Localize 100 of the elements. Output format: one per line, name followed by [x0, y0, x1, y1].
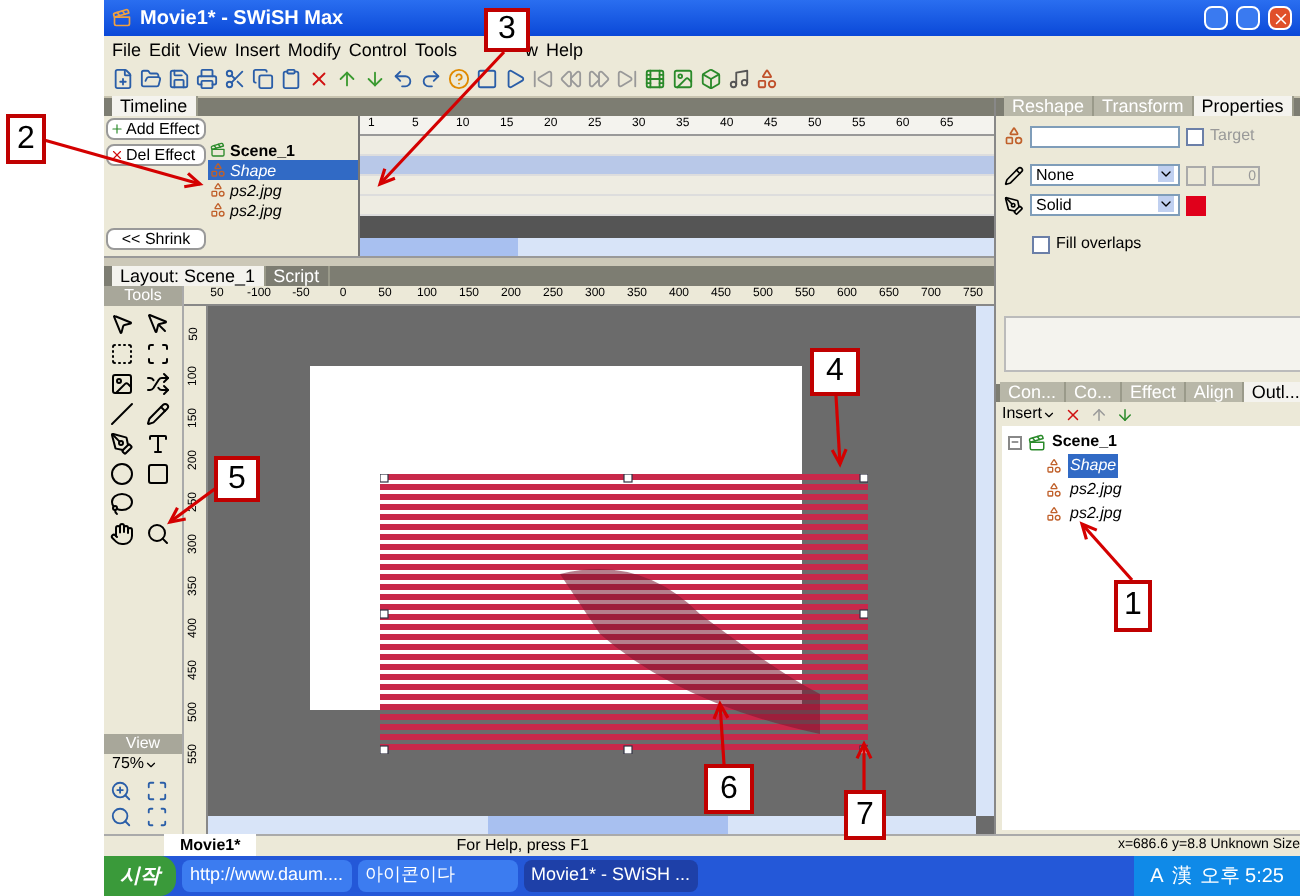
- lasso-icon[interactable]: [110, 492, 134, 516]
- panel-tab[interactable]: Layout: Scene_1: [112, 266, 266, 286]
- arrow-up-icon[interactable]: [336, 68, 358, 90]
- taskbar-button[interactable]: http://www.daum....: [182, 860, 352, 892]
- subselect-icon[interactable]: [146, 312, 170, 336]
- layer-row[interactable]: ps2.jpg: [208, 200, 358, 220]
- layer-row[interactable]: Scene_1: [208, 140, 358, 160]
- tree-item[interactable]: Shape: [1068, 454, 1119, 478]
- shapes-icon[interactable]: [756, 68, 778, 90]
- shrink-button[interactable]: << Shrink: [106, 228, 206, 250]
- square-icon[interactable]: [146, 462, 170, 486]
- tray-item[interactable]: A: [1150, 861, 1164, 891]
- zoom-icon[interactable]: [146, 522, 170, 546]
- pen-icon[interactable]: [110, 432, 134, 456]
- hand-icon[interactable]: [110, 522, 134, 546]
- line-color-swatch[interactable]: [1186, 165, 1206, 185]
- checkbox[interactable]: [1186, 127, 1204, 145]
- save-icon[interactable]: [168, 68, 190, 90]
- circle-icon[interactable]: [110, 462, 134, 486]
- insert-menu[interactable]: Insert: [1002, 402, 1057, 426]
- redo-icon[interactable]: [420, 68, 442, 90]
- stop-icon[interactable]: [476, 68, 498, 90]
- caret-icon: [144, 757, 159, 771]
- scene-icon: [1028, 433, 1046, 451]
- menu-item[interactable]: File: [112, 39, 142, 59]
- panel-tab[interactable]: Timeline: [112, 96, 198, 116]
- app-icon: [112, 8, 132, 28]
- taskbar-button[interactable]: 아이콘이다: [357, 860, 518, 892]
- menu-item[interactable]: Tools: [414, 39, 457, 59]
- effect-button[interactable]: Add Effect: [106, 118, 206, 140]
- name-field[interactable]: [1030, 125, 1180, 147]
- close-button[interactable]: [1268, 6, 1292, 30]
- object-icon: [210, 162, 226, 178]
- fill-overlaps-label: Fill overlaps: [1056, 232, 1142, 256]
- panel-tab[interactable]: Properties: [1193, 96, 1294, 116]
- arrow-down-icon[interactable]: [364, 68, 386, 90]
- film-icon[interactable]: [644, 68, 666, 90]
- close-icon: [110, 148, 124, 162]
- printer-icon[interactable]: [196, 68, 218, 90]
- box-icon[interactable]: [700, 68, 722, 90]
- delete-icon[interactable]: [1064, 405, 1083, 423]
- image-icon[interactable]: [110, 372, 134, 396]
- annotation-arrow: [1079, 521, 1134, 582]
- frame-icon[interactable]: [145, 806, 167, 828]
- shuffle-icon[interactable]: [146, 372, 170, 396]
- scrollbar[interactable]: [360, 238, 994, 256]
- menu-item[interactable]: Control: [348, 39, 407, 59]
- caret-icon: [1158, 166, 1174, 182]
- play-icon[interactable]: [504, 68, 526, 90]
- arrow-down-icon[interactable]: [1116, 405, 1135, 423]
- folder-icon[interactable]: [140, 68, 162, 90]
- scissors-icon[interactable]: [224, 68, 246, 90]
- menu-item[interactable]: View: [188, 39, 227, 59]
- status-help: For Help, press F1: [456, 834, 589, 858]
- line-style-dropdown[interactable]: None: [1030, 164, 1180, 186]
- pencil-icon[interactable]: [146, 402, 170, 426]
- plus-icon: [110, 122, 124, 136]
- expand-toggle[interactable]: [1008, 435, 1022, 449]
- copy-icon[interactable]: [252, 68, 274, 90]
- tray-item[interactable]: 漢: [1171, 861, 1192, 891]
- undo-icon[interactable]: [392, 68, 414, 90]
- taskbar-button[interactable]: Movie1* - SWiSH ...: [523, 860, 699, 892]
- close-icon[interactable]: [308, 68, 330, 90]
- start-button[interactable]: 시작: [104, 856, 176, 896]
- layer-row[interactable]: Shape: [208, 160, 358, 180]
- menu-item[interactable]: Help: [545, 39, 583, 59]
- new-file-icon[interactable]: [112, 68, 134, 90]
- annotation-arrow: [830, 395, 848, 468]
- movie-tab[interactable]: Movie1*: [164, 834, 257, 858]
- scan-icon[interactable]: [146, 342, 170, 366]
- object-icon: [1046, 506, 1062, 522]
- striped-image-drawing[interactable]: [380, 474, 868, 754]
- pencil-icon: [1004, 165, 1024, 185]
- pointer-icon[interactable]: [110, 312, 134, 336]
- clock: 오후 5:25: [1199, 863, 1284, 891]
- checkbox[interactable]: [1032, 235, 1050, 253]
- menu-item[interactable]: Modify: [287, 39, 341, 59]
- marquee-icon[interactable]: [110, 342, 134, 366]
- menu-item[interactable]: Edit: [149, 39, 181, 59]
- menu-item[interactable]: Insert: [234, 39, 280, 59]
- tree-item[interactable]: ps2.jpg: [1068, 502, 1124, 526]
- clipboard-icon[interactable]: [280, 68, 302, 90]
- line-icon[interactable]: [110, 402, 134, 426]
- minimize-button[interactable]: [1204, 6, 1228, 30]
- maximize-button[interactable]: [1236, 6, 1260, 30]
- scrollbar[interactable]: [976, 306, 994, 816]
- effect-button[interactable]: Del Effect: [106, 144, 206, 166]
- zoom-in-icon[interactable]: [110, 780, 132, 802]
- fill-color-swatch[interactable]: [1186, 195, 1206, 215]
- zoom-level[interactable]: 75%: [104, 754, 182, 774]
- object-icon: [1046, 482, 1062, 498]
- fit-icon[interactable]: [145, 780, 167, 802]
- close-icon: [1271, 9, 1289, 27]
- music-icon[interactable]: [728, 68, 750, 90]
- panel-tab[interactable]: Outl...: [1243, 382, 1300, 402]
- tree-item[interactable]: ps2.jpg: [1068, 478, 1124, 502]
- text-tool-icon[interactable]: [146, 432, 170, 456]
- tree-item[interactable]: Scene_1: [1052, 430, 1117, 454]
- layer-row[interactable]: ps2.jpg: [208, 180, 358, 200]
- fill-style-dropdown[interactable]: Solid: [1030, 194, 1180, 216]
